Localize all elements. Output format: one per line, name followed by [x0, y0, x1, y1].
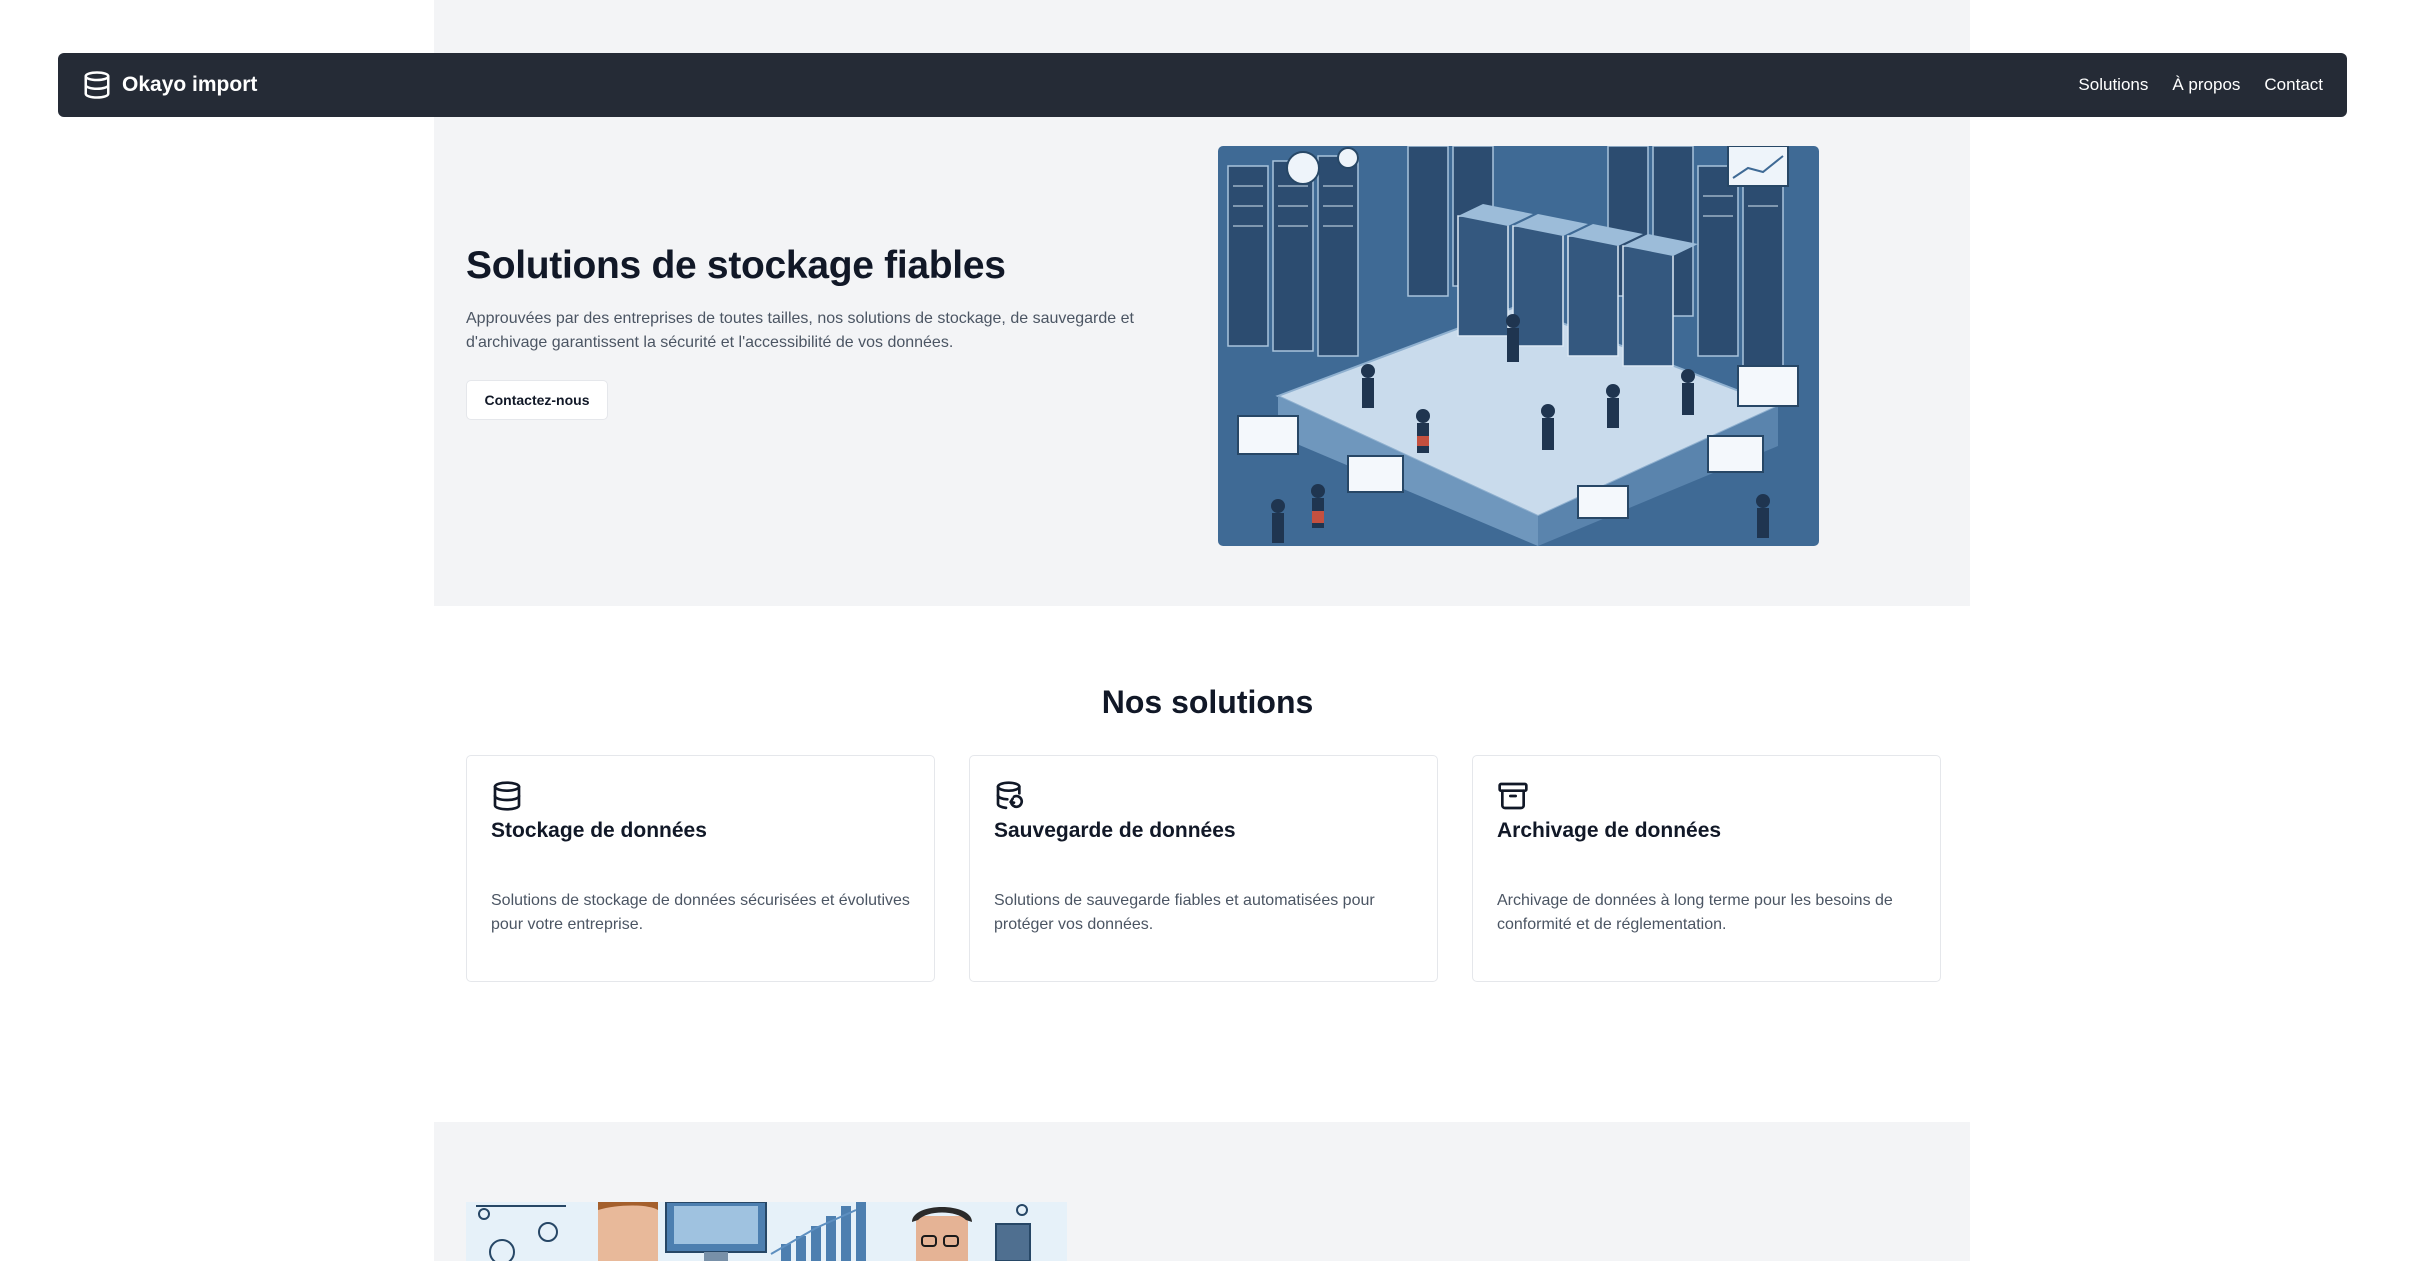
- card-description: Archivage de données à long terme pour l…: [1497, 892, 1893, 933]
- nav-link-contact[interactable]: Contact: [2264, 75, 2323, 95]
- solution-card-storage: Stockage de données Solutions de stockag…: [466, 755, 935, 982]
- nav-links: Solutions À propos Contact: [2078, 75, 2323, 95]
- nav-link-about[interactable]: À propos: [2172, 75, 2240, 95]
- contact-button[interactable]: Contactez-nous: [466, 380, 608, 420]
- hero-title: Solutions de stockage fiables: [466, 244, 1006, 287]
- brand-link[interactable]: Okayo import: [82, 70, 257, 100]
- card-title: Stockage de données: [491, 819, 707, 842]
- solutions-section-title: Nos solutions: [1101, 684, 1314, 720]
- card-title: Archivage de données: [1497, 819, 1722, 842]
- team-illustration: [466, 1202, 1067, 1261]
- navbar: Okayo import Solutions À propos Contact: [58, 53, 2347, 117]
- brand-name: Okayo import: [122, 73, 258, 96]
- about-illustration-team: [466, 1202, 1067, 1261]
- database-icon: [84, 71, 110, 99]
- card-title: Sauvegarde de données: [994, 819, 1236, 842]
- solution-card-backup: Sauvegarde de données Solutions de sauve…: [969, 755, 1438, 982]
- database-icon: [493, 781, 521, 811]
- datacenter-illustration: [1218, 146, 1819, 546]
- nav-link-solutions[interactable]: Solutions: [2078, 75, 2148, 95]
- card-description: Solutions de stockage de données sécuris…: [491, 892, 910, 933]
- hero-illustration-datacenter: [1218, 146, 1819, 546]
- solution-card-archive: Archivage de données Archivage de donnée…: [1472, 755, 1941, 982]
- hero-description: Approuvées par des entreprises de toutes…: [466, 310, 1134, 351]
- card-description: Solutions de sauvegarde fiables et autom…: [994, 892, 1375, 933]
- database-backup-icon: [996, 781, 1024, 810]
- archive-icon: [1498, 782, 1528, 810]
